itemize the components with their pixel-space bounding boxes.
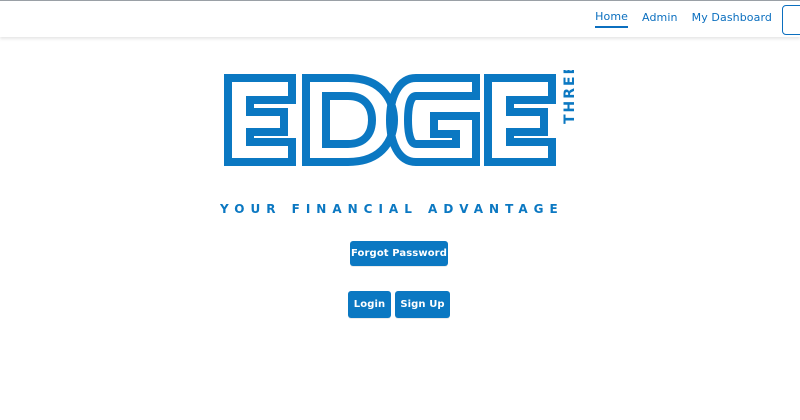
tagline-text: YOUR FINANCIAL ADVANTAGE bbox=[220, 202, 564, 216]
sign-up-button[interactable]: Sign Up bbox=[395, 291, 450, 318]
three-sixty-text: THREE SIXTY bbox=[562, 70, 578, 124]
forgot-password-button[interactable]: Forgot Password bbox=[350, 241, 448, 266]
top-navigation-bar: Home Admin My Dashboard bbox=[0, 0, 800, 37]
nav-account-button[interactable] bbox=[782, 5, 800, 35]
nav-links: Home Admin My Dashboard bbox=[595, 10, 772, 28]
logo-mark: THREE SIXTY YOUR FINANCIAL ADVANTAGE bbox=[220, 70, 578, 216]
nav-admin[interactable]: Admin bbox=[642, 11, 678, 27]
login-button[interactable]: Login bbox=[348, 291, 391, 318]
nav-home[interactable]: Home bbox=[595, 10, 629, 28]
edge-three-sixty-logo: THREE SIXTY YOUR FINANCIAL ADVANTAGE bbox=[220, 70, 580, 220]
edge-outline-letters bbox=[224, 74, 556, 166]
nav-my-dashboard[interactable]: My Dashboard bbox=[692, 11, 772, 27]
